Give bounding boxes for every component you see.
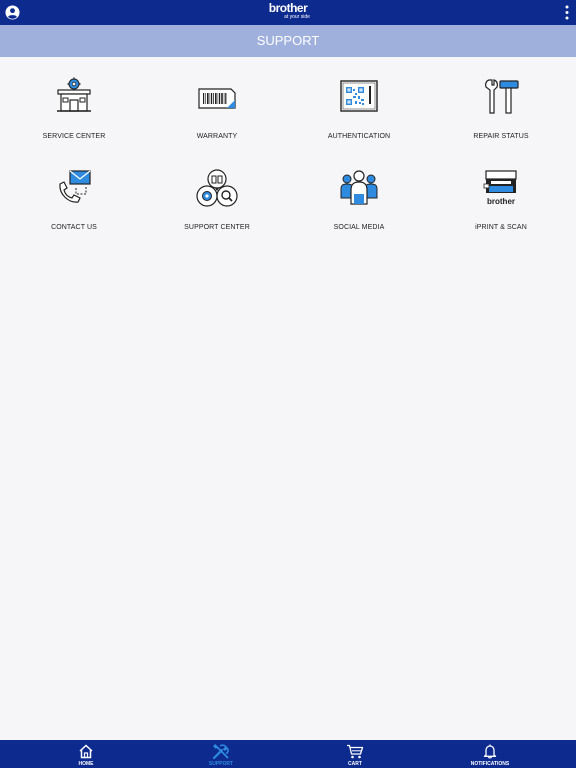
tile-label: CONTACT US [51, 224, 97, 231]
tile-service-center[interactable]: SERVICE CENTER [2, 57, 146, 149]
brother-logo: brother at your side [248, 2, 328, 20]
bell-icon [483, 744, 497, 759]
nav-notifications[interactable]: NOTIFICATIONS [430, 740, 550, 768]
tile-label: SERVICE CENTER [42, 133, 106, 140]
iprint-scan-icon: brother [483, 170, 517, 206]
nav-home[interactable]: HOME [26, 740, 146, 768]
social-media-icon [340, 170, 378, 205]
tile-contact-us[interactable]: CONTACT US [2, 148, 146, 240]
tile-label: AUTHENTICATION [327, 133, 391, 140]
bottom-nav: HOME SUPPORT CART NOTIFICATIONS [0, 740, 576, 768]
authentication-icon [340, 80, 378, 112]
nav-label: NOTIFICATIONS [470, 761, 510, 767]
nav-label: CART [348, 761, 362, 767]
tile-label: iPRINT & SCAN [475, 224, 527, 231]
nav-label: HOME [78, 761, 94, 767]
tile-iprint-scan[interactable]: brother iPRINT & SCAN [429, 148, 573, 240]
nav-label: SUPPORT [208, 761, 234, 767]
tile-label: SUPPORT CENTER [184, 224, 250, 231]
warranty-icon [198, 88, 236, 109]
more-options-icon[interactable] [562, 4, 572, 21]
tile-authentication[interactable]: AUTHENTICATION [287, 57, 431, 149]
service-center-icon [57, 77, 91, 112]
repair-status-icon [485, 79, 519, 114]
tools-icon [212, 744, 229, 760]
cart-icon [347, 744, 364, 759]
tile-label: REPAIR STATUS [473, 133, 529, 140]
contact-us-icon [59, 170, 91, 203]
page-title: SUPPORT [0, 25, 576, 57]
home-icon [79, 744, 93, 759]
tile-warranty[interactable]: WARRANTY [145, 57, 289, 149]
iprint-brand-text: brother [487, 197, 515, 206]
nav-support[interactable]: SUPPORT [161, 740, 281, 768]
tile-support-center[interactable]: SUPPORT CENTER [145, 148, 289, 240]
profile-icon[interactable] [5, 5, 20, 20]
top-bar: brother at your side [0, 0, 576, 25]
tile-label: SOCIAL MEDIA [333, 224, 385, 231]
tile-repair-status[interactable]: REPAIR STATUS [429, 57, 573, 149]
tile-social-media[interactable]: SOCIAL MEDIA [287, 148, 431, 240]
nav-cart[interactable]: CART [295, 740, 415, 768]
tile-label: WARRANTY [196, 133, 238, 140]
support-center-icon [196, 169, 238, 207]
logo-word: brother [268, 1, 308, 15]
